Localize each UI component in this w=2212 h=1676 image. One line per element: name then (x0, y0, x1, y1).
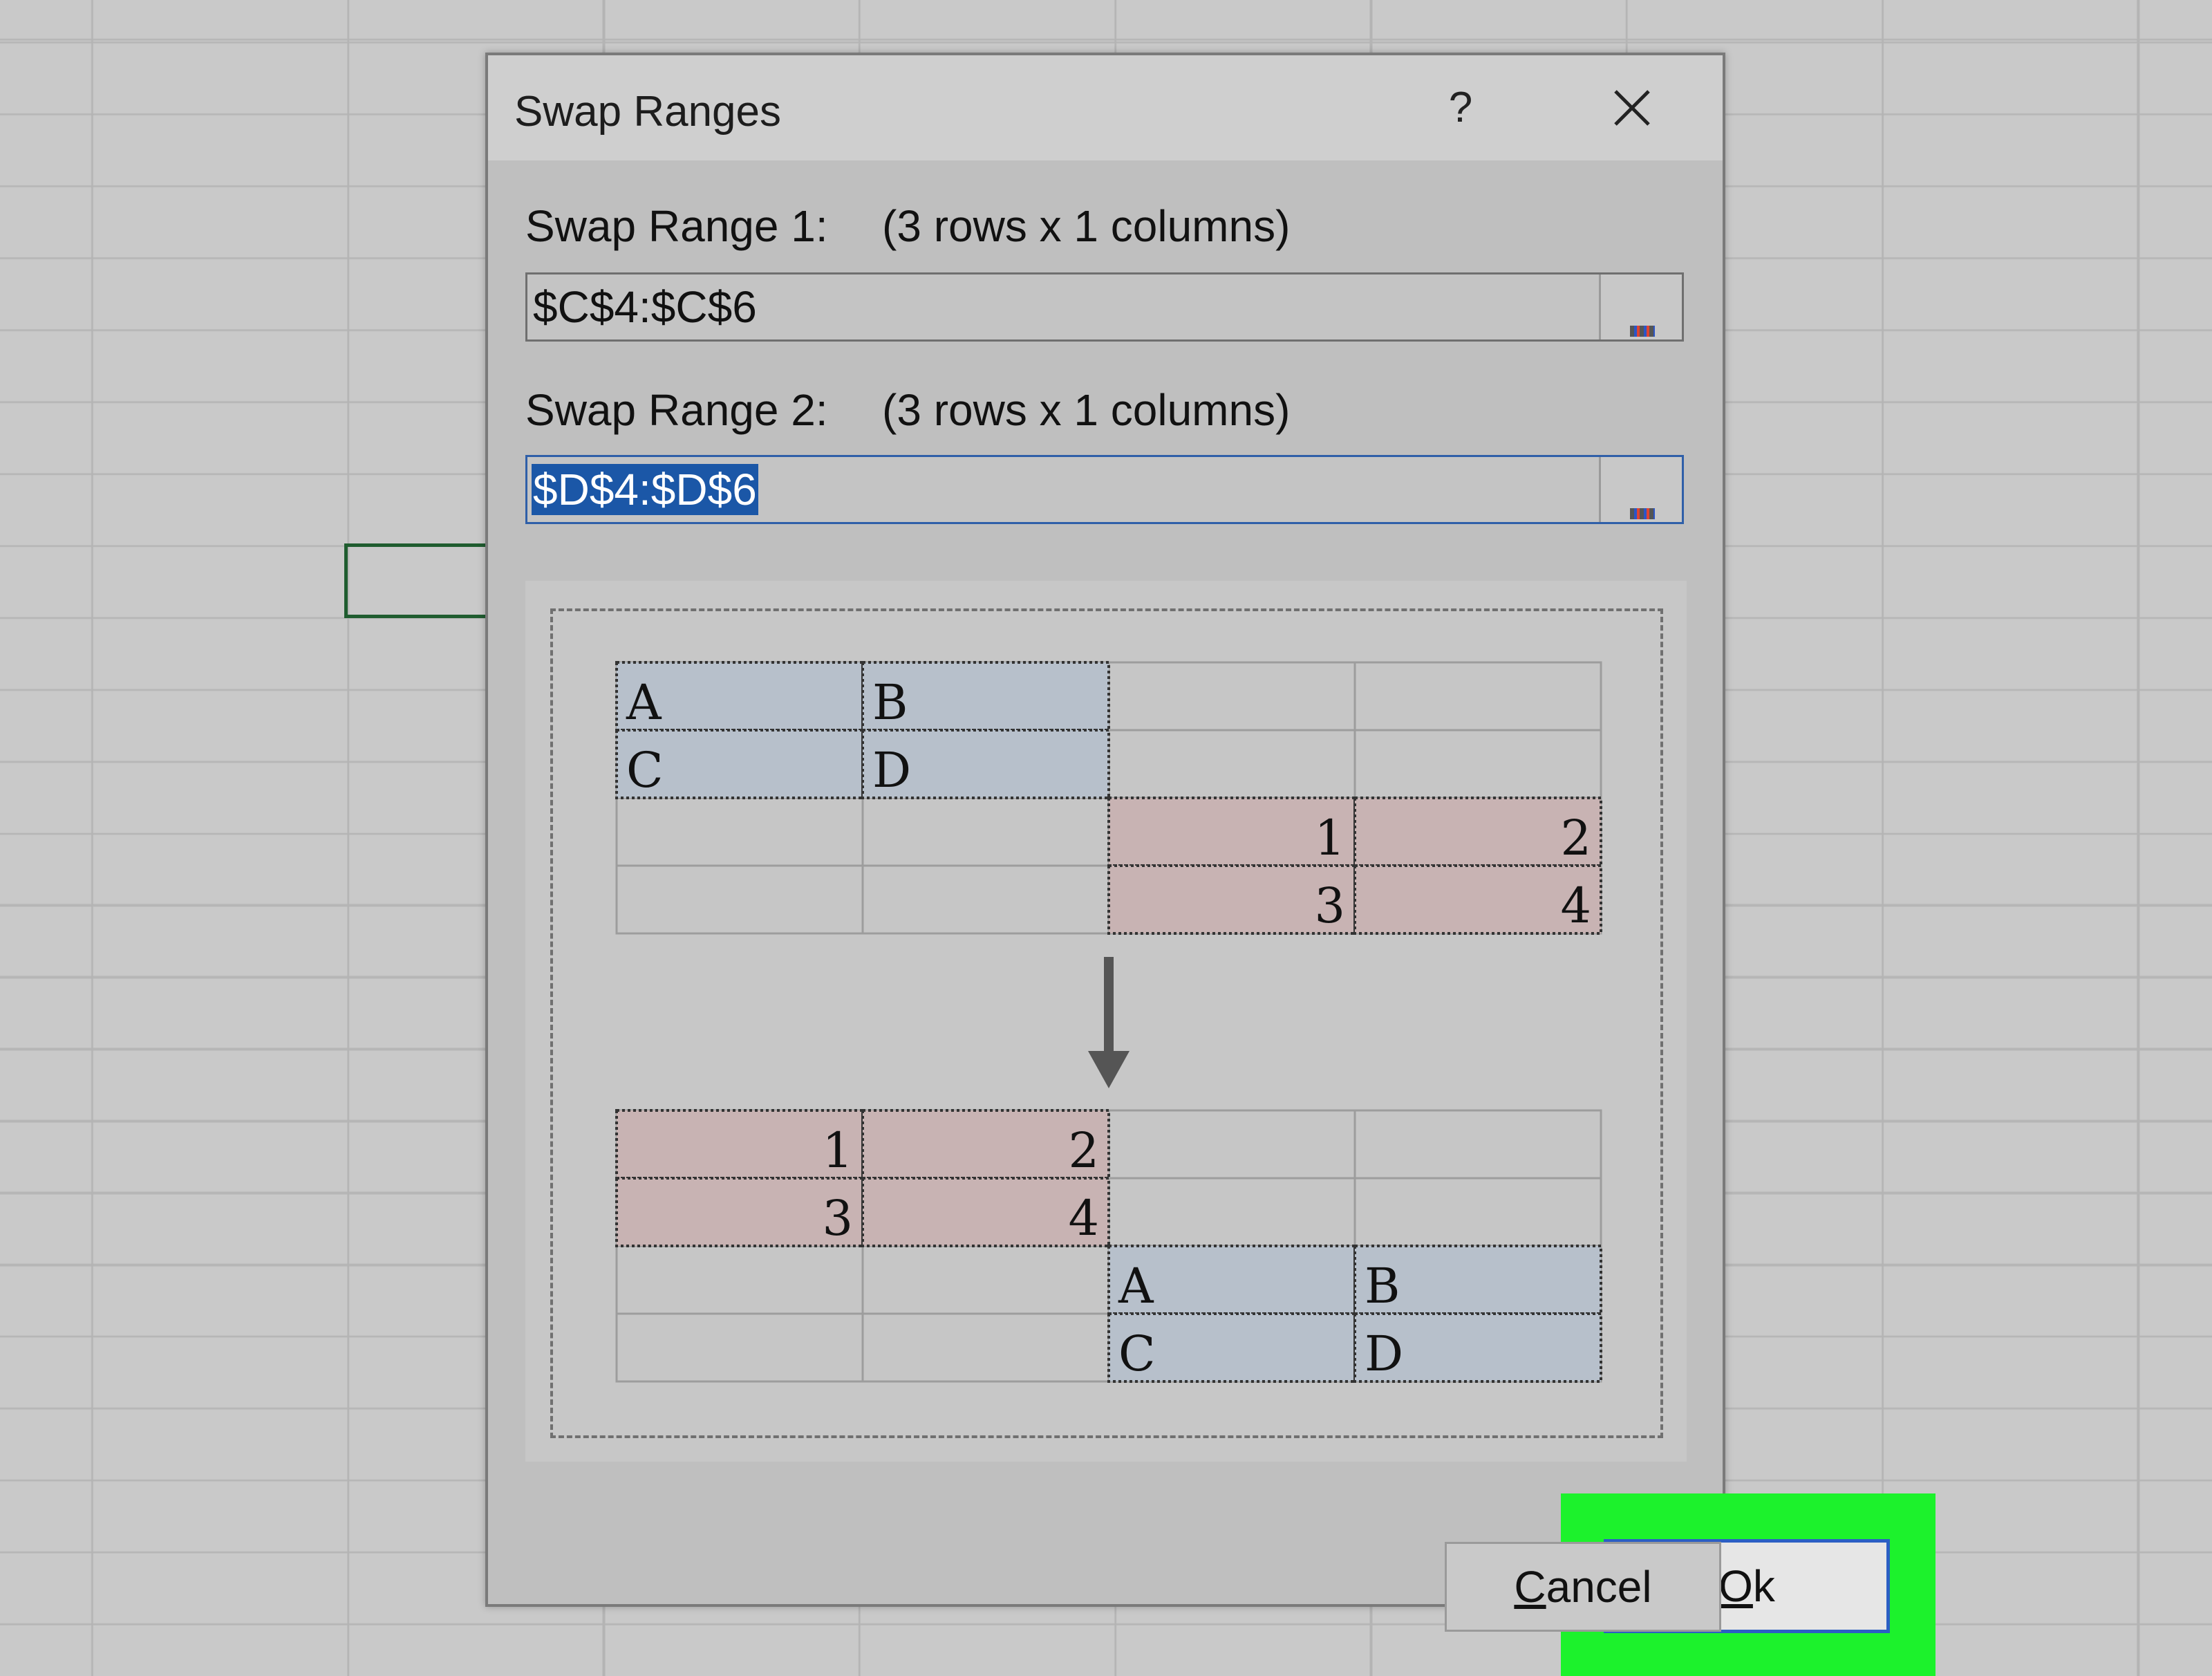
before-grid-cell (861, 864, 1110, 935)
before-red-cell-label: 3 (1314, 877, 1345, 934)
preview-panel: ABCD12341234ABCD (525, 581, 1687, 1462)
after-grid-cell (1353, 1109, 1602, 1180)
after-grid-cell (861, 1245, 1110, 1315)
after-blue-cell-label: B (1365, 1258, 1400, 1314)
range2-label: Swap Range 2: (525, 385, 828, 435)
after-blue-cell-label: D (1365, 1325, 1403, 1382)
range-select-icon (1630, 326, 1655, 337)
cancel-mnemonic: C (1514, 1562, 1546, 1612)
before-grid-cell (1107, 661, 1356, 732)
range2-input[interactable]: $D$4:$D$6 (525, 455, 1684, 524)
after-grid-cell (615, 1245, 864, 1315)
range1-value: $C$4:$C$6 (533, 282, 757, 332)
range2-dimensions: (3 rows x 1 columns) (882, 385, 1291, 435)
after-blue-cell-label: A (1118, 1258, 1154, 1314)
before-red-cell-label: 4 (1560, 877, 1591, 934)
before-red-cell-label: 2 (1560, 810, 1591, 866)
before-grid-cell (1107, 729, 1356, 799)
range1-picker-button[interactable] (1599, 274, 1682, 339)
range2-label-row: Swap Range 2: (3 rows x 1 columns) (525, 384, 1290, 436)
after-grid-cell (861, 1312, 1110, 1383)
before-grid-cell (615, 797, 864, 867)
arrow-down-icon (1088, 1051, 1130, 1088)
swap-ranges-dialog: Swap Ranges ? Swap Range 1: (3 rows x 1 … (485, 53, 1936, 1676)
ok-label-rest: k (1752, 1561, 1775, 1611)
before-blue-cell-label: D (872, 742, 911, 799)
close-icon (1614, 90, 1650, 126)
before-red-cell-label: 1 (1314, 810, 1345, 866)
cancel-button[interactable]: Cancel (1445, 1542, 1721, 1632)
title-bar: Swap Ranges ? (488, 55, 1723, 160)
help-button[interactable]: ? (1430, 80, 1492, 136)
before-grid-cell (861, 797, 1110, 867)
after-grid-cell (615, 1312, 864, 1383)
after-grid-cell (1107, 1109, 1356, 1180)
before-blue-cell-label: B (872, 674, 908, 731)
after-blue-cell-label: C (1118, 1325, 1156, 1382)
dialog-title: Swap Ranges (514, 88, 782, 136)
swap-preview-illustration: A BC D1 23 41 23 4A BC D (615, 661, 1602, 1383)
range1-label-row: Swap Range 1: (3 rows x 1 columns) (525, 201, 1290, 252)
range1-dimensions: (3 rows x 1 columns) (882, 201, 1291, 251)
after-red-cell-label: 3 (822, 1190, 853, 1247)
range-select-icon (1630, 508, 1655, 519)
after-red-cell-label: 1 (822, 1122, 853, 1179)
range2-picker-button[interactable] (1599, 457, 1682, 522)
close-button[interactable] (1601, 80, 1663, 136)
ok-mnemonic: O (1718, 1561, 1753, 1611)
preview-frame: ABCD12341234ABCD (550, 608, 1663, 1438)
range1-label: Swap Range 1: (525, 201, 828, 251)
before-grid-cell (1353, 661, 1602, 732)
after-red-cell-label: 2 (1068, 1122, 1099, 1179)
before-blue-cell-label: A (626, 674, 662, 731)
before-grid-cell (615, 864, 864, 935)
range2-value: $D$4:$D$6 (532, 464, 758, 515)
after-grid-cell (1353, 1177, 1602, 1247)
cancel-label-rest: ancel (1546, 1562, 1652, 1612)
before-grid-cell (1353, 729, 1602, 799)
after-grid-cell (1107, 1177, 1356, 1247)
selected-cell[interactable] (344, 543, 489, 618)
after-red-cell-label: 4 (1068, 1190, 1099, 1247)
range1-input[interactable]: $C$4:$C$6 (525, 272, 1684, 342)
before-blue-cell-label: C (626, 742, 664, 799)
